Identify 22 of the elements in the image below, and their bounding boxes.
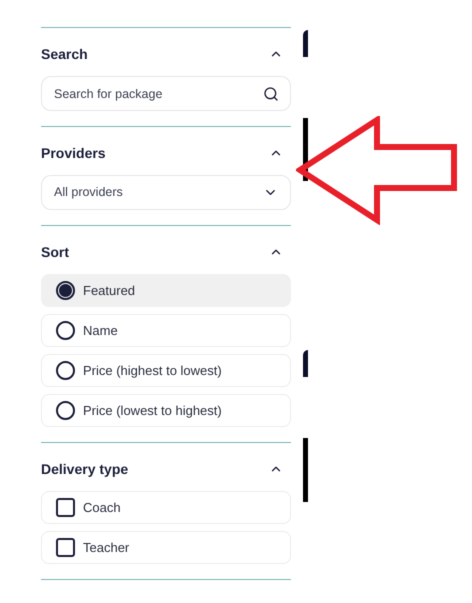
section-title: Providers bbox=[41, 144, 106, 162]
delivery-option[interactable]: Coach bbox=[41, 491, 291, 524]
section-title: Sort bbox=[41, 242, 69, 262]
card-edge bbox=[303, 30, 308, 57]
search-icon[interactable] bbox=[263, 86, 279, 102]
arrow-icon bbox=[296, 116, 457, 225]
section-title: Search bbox=[41, 44, 88, 64]
sort-option[interactable]: Price (lowest to highest) bbox=[41, 394, 291, 427]
card-edge bbox=[303, 438, 308, 502]
search-field[interactable]: Search for package bbox=[41, 76, 291, 111]
providers-dropdown[interactable]: All providers bbox=[41, 175, 291, 210]
card-edge bbox=[303, 350, 308, 377]
card-edge bbox=[303, 118, 308, 181]
section-title: Delivery type bbox=[41, 460, 128, 479]
sort-option[interactable]: Featured bbox=[41, 274, 291, 307]
radio-icon bbox=[56, 281, 75, 300]
sort-option[interactable]: Name bbox=[41, 314, 291, 347]
sort-option[interactable]: Price (highest to lowest) bbox=[41, 354, 291, 387]
radio-icon bbox=[56, 321, 75, 340]
delivery-option[interactable]: Teacher bbox=[41, 531, 291, 564]
radio-icon bbox=[56, 361, 75, 380]
radio-icon bbox=[56, 401, 75, 420]
